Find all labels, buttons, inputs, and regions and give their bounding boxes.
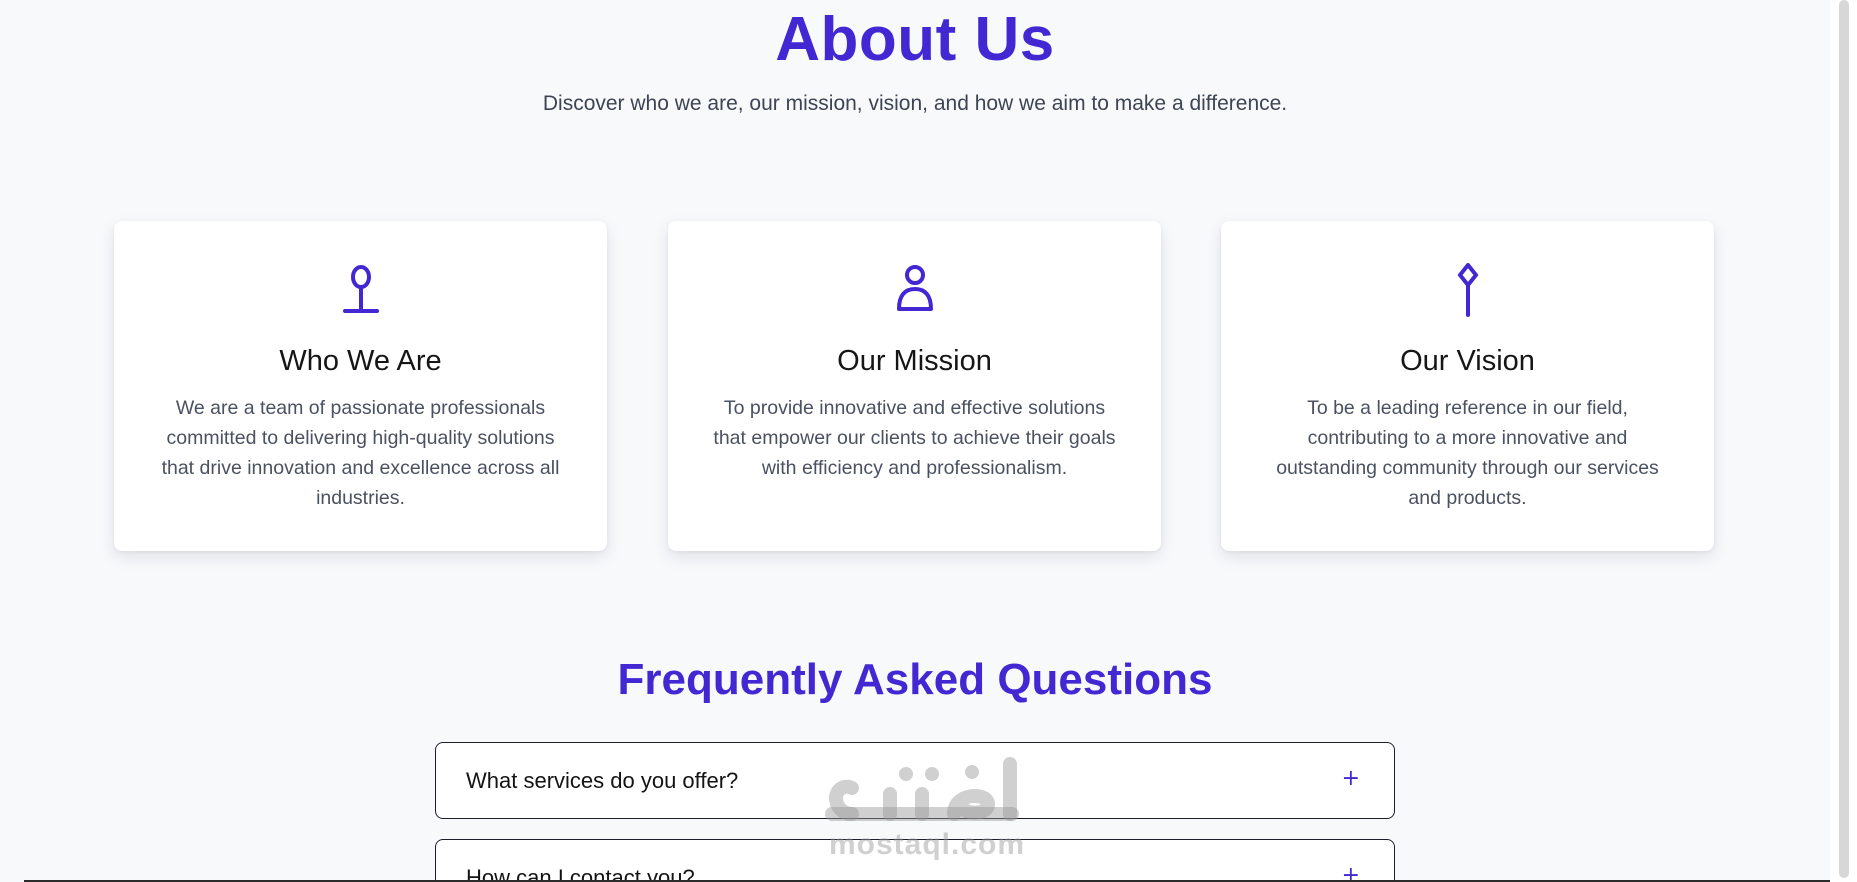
user-icon — [893, 261, 937, 317]
about-cards: Who We Are We are a team of passionate p… — [0, 221, 1830, 551]
faq-question: What services do you offer? — [466, 768, 739, 793]
card-title: Our Vision — [1400, 345, 1535, 377]
card-text: We are a team of passionate professional… — [161, 397, 560, 509]
card-our-vision: Our Vision To be a leading reference in … — [1221, 221, 1714, 551]
card-title: Our Mission — [837, 345, 992, 377]
about-subtitle: Discover who we are, our mission, vision… — [542, 92, 1288, 115]
faq-item[interactable]: What services do you offer? + — [435, 742, 1395, 819]
page: About Us Discover who we are, our missio… — [0, 0, 1857, 882]
vertical-scrollbar[interactable] — [1830, 0, 1857, 882]
card-title: Who We Are — [279, 345, 442, 377]
faq-item[interactable]: How can I contact you? + — [435, 839, 1395, 882]
faq-expand-icon[interactable]: + — [1342, 862, 1360, 882]
card-text: To be a leading reference in our field, … — [1276, 397, 1659, 509]
about-title: About Us — [775, 5, 1055, 74]
scrollbar-thumb[interactable] — [1839, 0, 1849, 878]
map-pin-icon — [339, 261, 383, 317]
faq-expand-icon[interactable]: + — [1342, 765, 1360, 793]
card-text: To provide innovative and effective solu… — [713, 397, 1116, 479]
pin-icon — [1446, 261, 1490, 317]
card-our-mission: Our Mission To provide innovative and ef… — [668, 221, 1161, 551]
card-who-we-are: Who We Are We are a team of passionate p… — [114, 221, 607, 551]
faq-title: Frequently Asked Questions — [617, 655, 1213, 704]
